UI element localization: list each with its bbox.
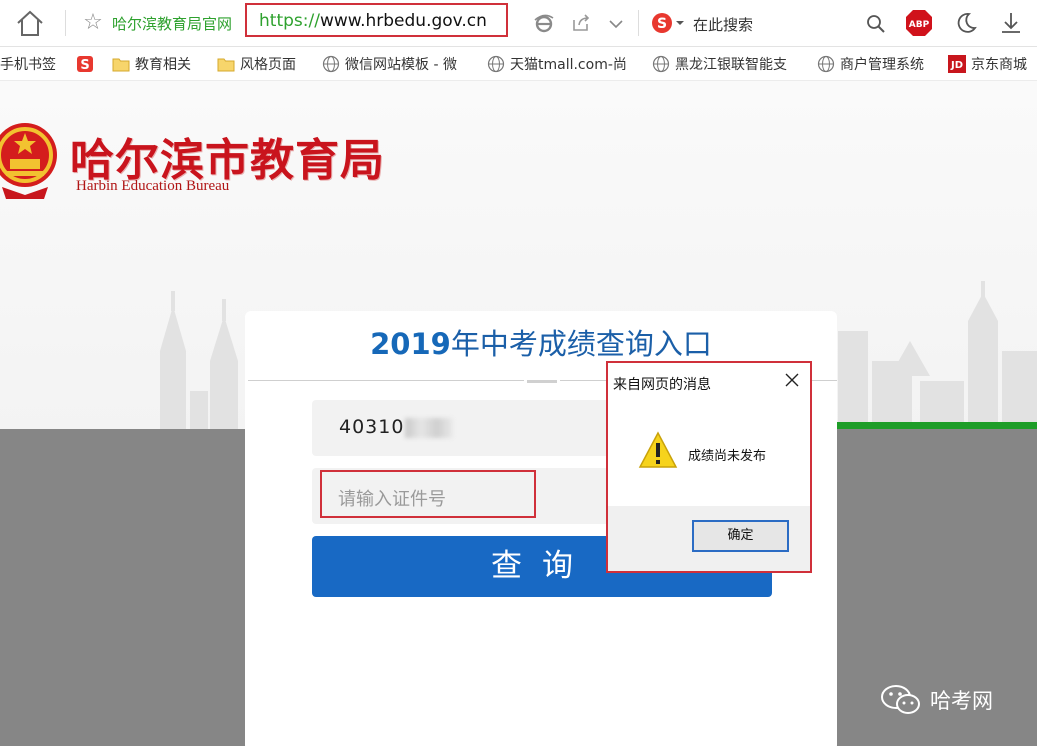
bookmark-label: 微信网站模板 - 微 bbox=[345, 57, 457, 73]
card-tab-indicator bbox=[524, 375, 560, 383]
watermark-text: 哈考网 bbox=[930, 689, 993, 713]
chevron-down-icon[interactable] bbox=[605, 10, 627, 36]
svg-text:ABP: ABP bbox=[909, 20, 930, 30]
bookmark-label: 教育相关 bbox=[135, 57, 191, 73]
bookmark-label: 京东商城 bbox=[971, 57, 1027, 73]
url-text: https://www.hrbedu.gov.cn bbox=[259, 11, 487, 31]
alert-dialog: 来自网页的消息 成绩尚未发布 确定 bbox=[606, 361, 812, 573]
globe-icon bbox=[652, 55, 670, 73]
download-icon[interactable] bbox=[998, 9, 1024, 37]
home-icon[interactable] bbox=[14, 8, 46, 38]
sogou-icon: S bbox=[76, 55, 94, 73]
url-protocol: https:// bbox=[259, 11, 320, 31]
browser-toolbar: ☆ 哈尔滨教育局官网 https://www.hrbedu.gov.cn S 在… bbox=[0, 0, 1037, 47]
folder-icon bbox=[217, 55, 235, 73]
search-icon[interactable] bbox=[864, 10, 888, 36]
bookmarks-bar: 手机书签 S 教育相关 风格页面 微信网站模板 - 微 天猫tmall.com-… bbox=[0, 47, 1037, 81]
bookmark-merchant[interactable]: 商户管理系统 bbox=[817, 54, 924, 74]
card-title-year: 2019 bbox=[370, 327, 451, 361]
bookmark-label: 商户管理系统 bbox=[840, 57, 924, 73]
site-logo-subtitle: Harbin Education Bureau bbox=[76, 178, 230, 194]
svg-text:JD: JD bbox=[950, 60, 963, 71]
globe-icon bbox=[487, 55, 505, 73]
globe-icon bbox=[817, 55, 835, 73]
bookmark-label: 天猫tmall.com-尚 bbox=[510, 57, 627, 73]
toolbar-divider bbox=[638, 10, 639, 36]
folder-icon bbox=[112, 55, 130, 73]
card-title-text: 年中考成绩查询入口 bbox=[450, 327, 712, 361]
bookmark-mobile[interactable]: 手机书签 bbox=[0, 54, 56, 74]
redacted-digits bbox=[405, 417, 454, 438]
svg-text:S: S bbox=[80, 58, 89, 73]
watermark: 哈考网 bbox=[880, 683, 993, 717]
bookmark-label: 手机书签 bbox=[0, 57, 56, 73]
sogou-search-engine-icon[interactable]: S bbox=[651, 10, 687, 36]
svg-text:S: S bbox=[657, 16, 667, 32]
jd-icon: JD bbox=[948, 55, 966, 73]
globe-icon bbox=[322, 55, 340, 73]
ok-button[interactable]: 确定 bbox=[692, 520, 789, 552]
card-title: 2019年中考成绩查询入口 bbox=[245, 321, 837, 363]
green-accent-line bbox=[837, 422, 1037, 429]
close-icon[interactable] bbox=[784, 372, 800, 388]
search-input[interactable]: 在此搜索 bbox=[693, 14, 753, 35]
exam-number-value: 40310 bbox=[339, 416, 454, 438]
url-host: www.hrbedu.gov.cn bbox=[319, 11, 487, 31]
national-emblem-icon bbox=[0, 115, 58, 201]
wechat-icon bbox=[880, 684, 922, 716]
bookmark-label: 黑龙江银联智能支 bbox=[675, 57, 787, 73]
id-number-placeholder: 请输入证件号 bbox=[338, 489, 446, 510]
bookmark-tmall[interactable]: 天猫tmall.com-尚 bbox=[487, 54, 637, 74]
warning-icon bbox=[638, 431, 678, 469]
dialog-footer: 确定 bbox=[608, 506, 810, 571]
web-page: 哈尔滨市教育局 Harbin Education Bureau 2019年中考成… bbox=[0, 81, 1037, 746]
tab-title[interactable]: 哈尔滨教育局官网 bbox=[112, 13, 232, 34]
ie-icon[interactable] bbox=[533, 10, 555, 36]
bookmark-unionpay[interactable]: 黑龙江银联智能支 bbox=[652, 54, 802, 74]
adblock-plus-icon[interactable]: ABP bbox=[905, 9, 933, 37]
bookmark-sogou[interactable]: S bbox=[76, 54, 99, 74]
exam-number-visible-digits: 40310 bbox=[339, 416, 405, 438]
dialog-title: 来自网页的消息 bbox=[613, 377, 711, 393]
bookmark-folder-style[interactable]: 风格页面 bbox=[217, 54, 296, 74]
bookmark-jd[interactable]: JD 京东商城 bbox=[948, 54, 1027, 74]
bookmark-wechat-template[interactable]: 微信网站模板 - 微 bbox=[322, 54, 472, 74]
toolbar-divider bbox=[65, 10, 66, 36]
dialog-message: 成绩尚未发布 bbox=[688, 449, 767, 464]
address-bar[interactable]: https://www.hrbedu.gov.cn bbox=[245, 3, 508, 37]
bookmark-label: 风格页面 bbox=[240, 57, 296, 73]
bookmark-folder-education[interactable]: 教育相关 bbox=[112, 54, 191, 74]
star-icon[interactable]: ☆ bbox=[80, 8, 106, 38]
moon-icon[interactable] bbox=[953, 9, 979, 37]
share-icon[interactable] bbox=[570, 10, 592, 36]
